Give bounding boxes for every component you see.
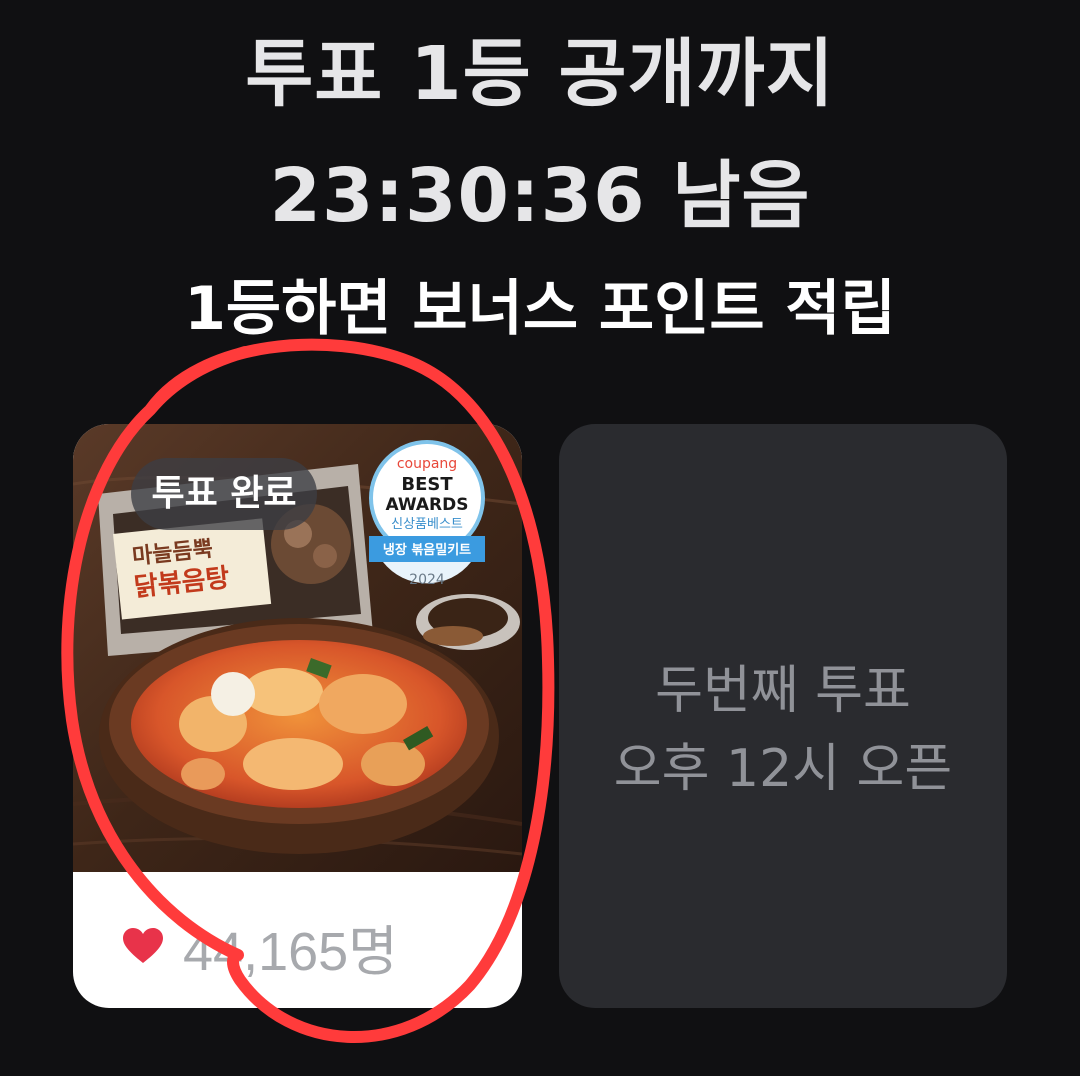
vote-count: 44,165명 bbox=[183, 921, 398, 982]
award-brand: coupang bbox=[397, 456, 457, 472]
second-vote-card: 두번째 투표 오후 12시 오픈 bbox=[559, 424, 1007, 1008]
title-line-1: 투표 1등 공개까지 bbox=[245, 31, 835, 117]
vote-complete-badge: 투표 완료 bbox=[131, 458, 317, 530]
second-vote-open-time: 오후 12시 오픈 bbox=[613, 739, 953, 799]
heart-icon bbox=[123, 928, 163, 963]
award-year: 2024 bbox=[409, 572, 445, 588]
award-category: 냉장 볶음밀키트 bbox=[383, 542, 471, 558]
award-line-1: BEST bbox=[401, 474, 453, 495]
award-line-2: AWARDS bbox=[386, 495, 469, 515]
award-line-3: 신상품베스트 bbox=[391, 517, 463, 532]
second-vote-title: 두번째 투표 bbox=[655, 661, 911, 721]
bonus-point-notice: 1등하면 보너스 포인트 적립 bbox=[184, 274, 896, 344]
vote-count-row: 44,165명 bbox=[123, 914, 398, 982]
voted-product-card[interactable]: 마늘듬뿍 닭볶음탕 투표 완료 coupang BEST AWARDS 신상품베… bbox=[73, 424, 522, 1008]
countdown-timer: 23:30:36 남음 bbox=[269, 153, 811, 239]
best-award-badge: coupang BEST AWARDS 신상품베스트 냉장 볶음밀키트 2024 bbox=[369, 440, 485, 588]
